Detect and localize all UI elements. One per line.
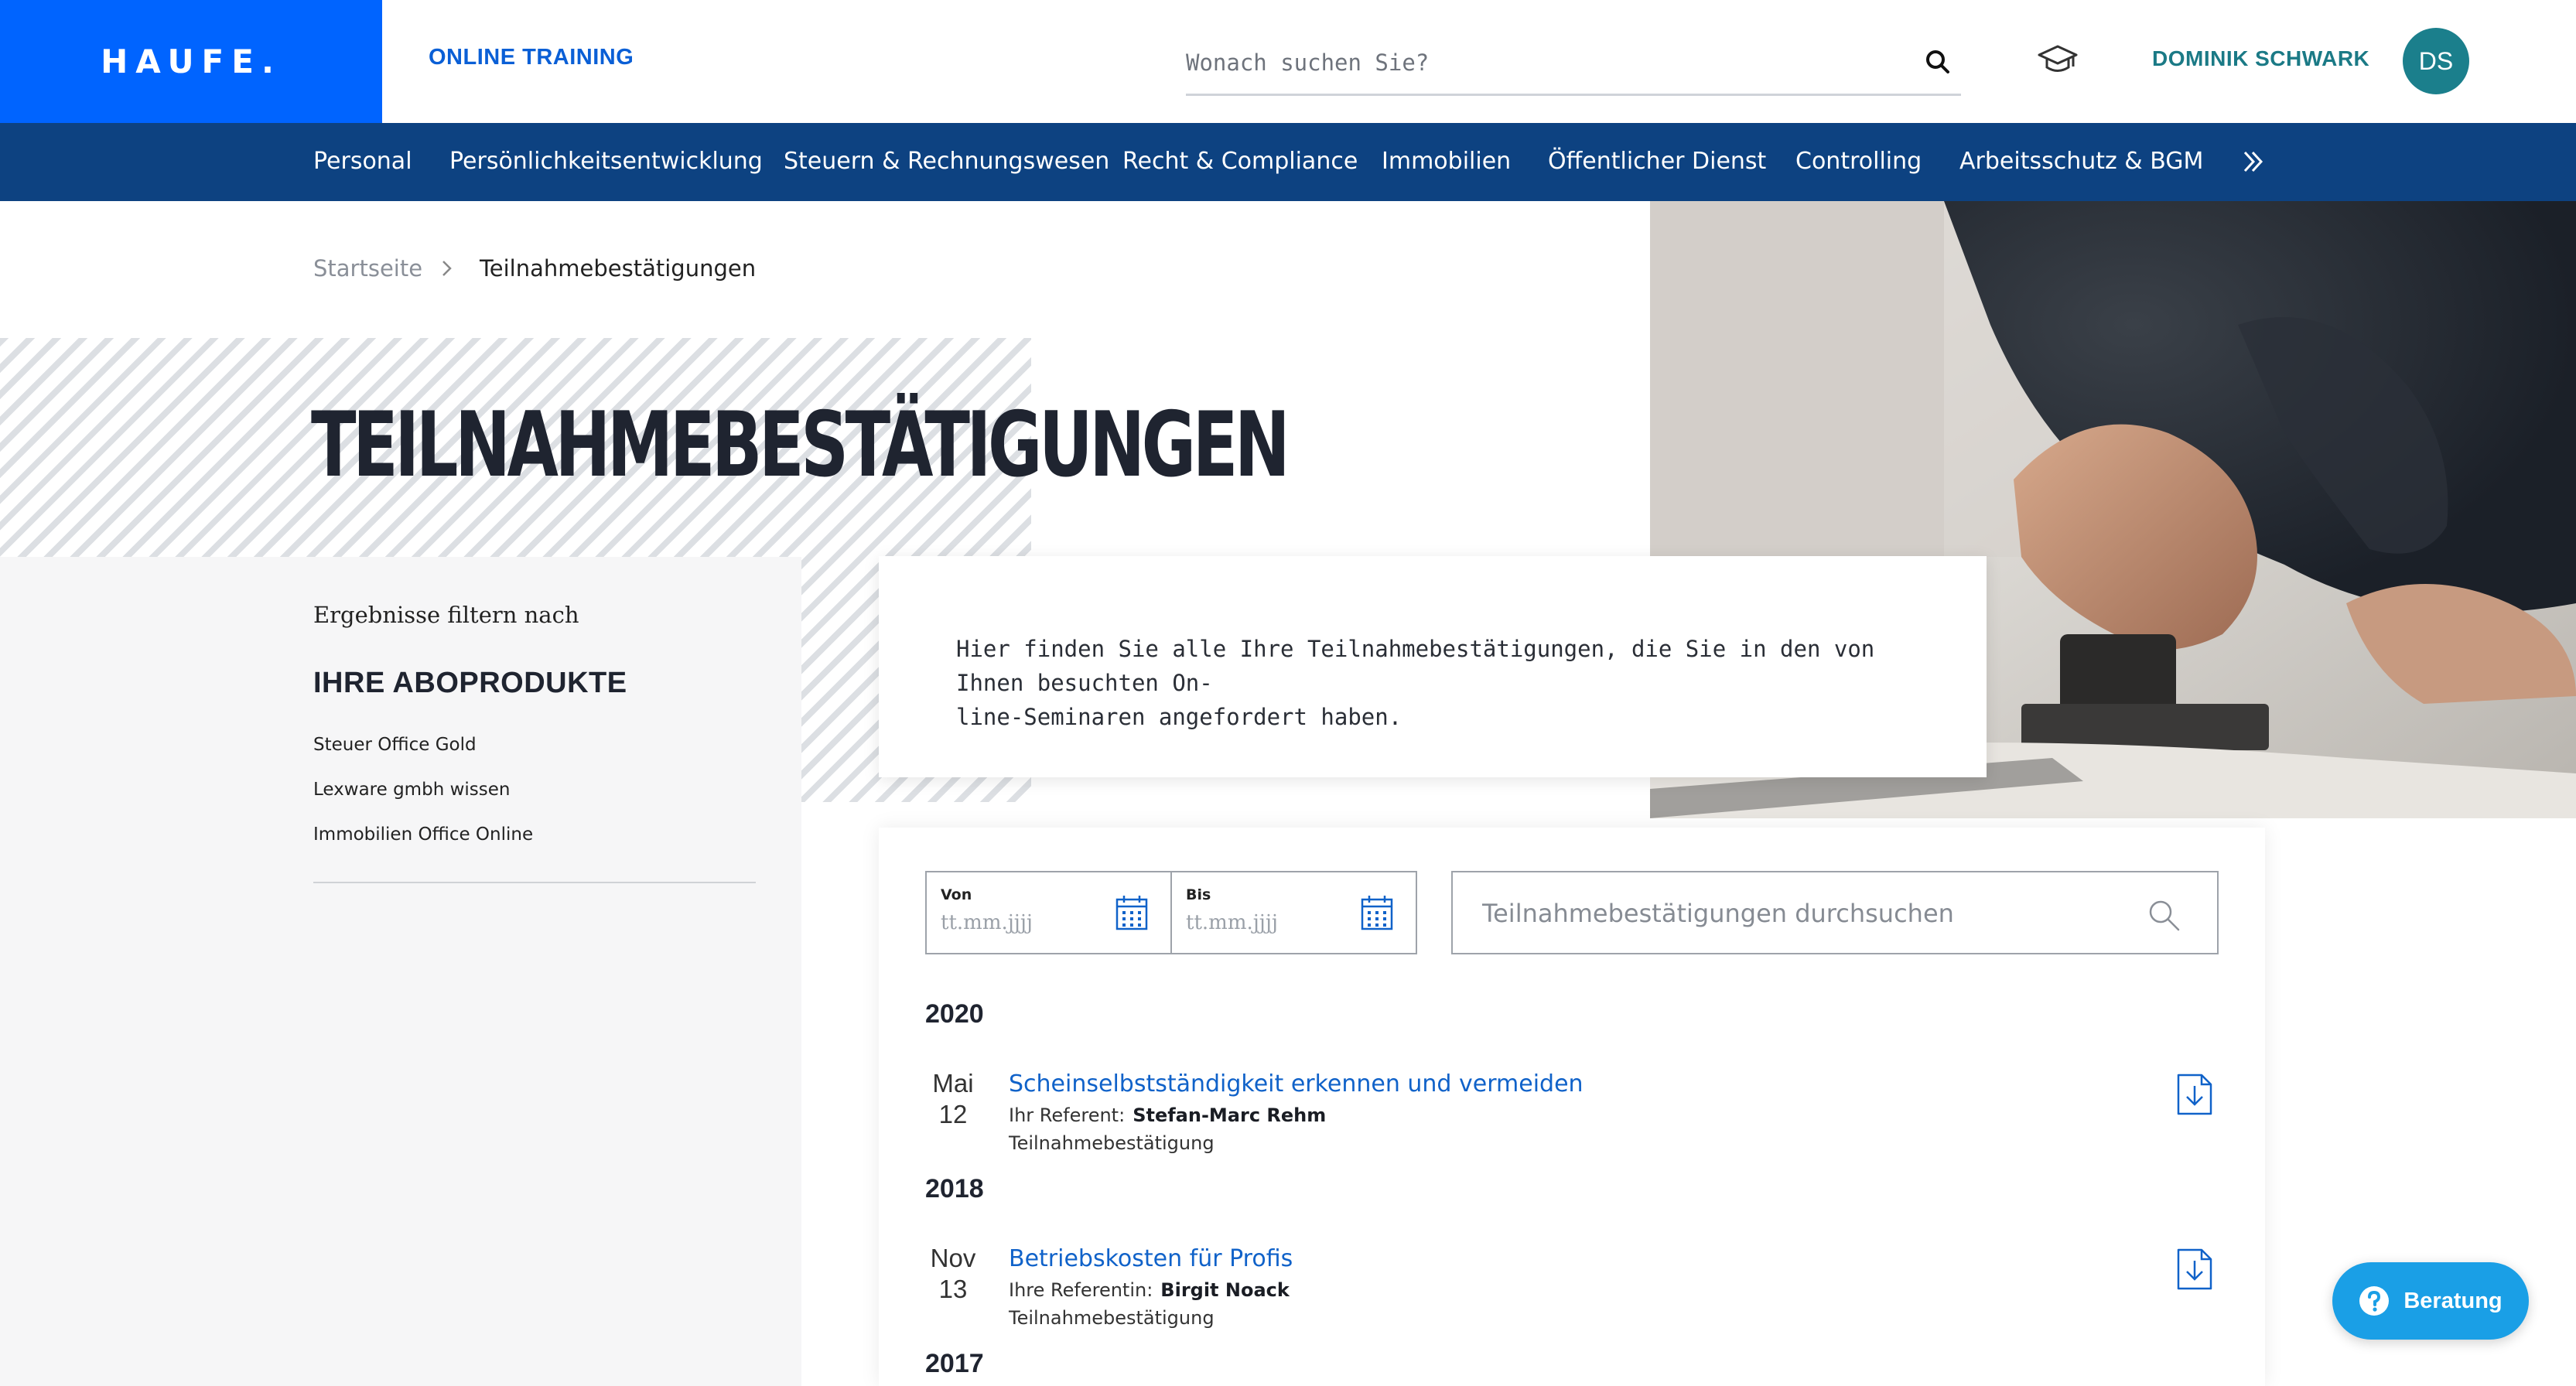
date-from-placeholder: tt.mm.jjjj <box>941 911 1033 934</box>
nav-item-arbeitsschutz[interactable]: Arbeitsschutz & BGM <box>1959 148 2203 175</box>
entry-title-link[interactable]: Betriebskosten für Profis <box>1009 1245 1293 1272</box>
global-search-input[interactable] <box>1186 43 1898 82</box>
search-icon[interactable] <box>1922 46 1953 77</box>
entry-month: Mai <box>932 1069 974 1098</box>
main-nav: Personal Persönlichkeitsentwicklung Steu… <box>0 123 2576 201</box>
date-to-field[interactable]: Bis tt.mm.jjjj <box>1170 871 1417 954</box>
haufe-logo[interactable]: HAUFE. <box>0 0 382 123</box>
top-header: HAUFE. ONLINE TRAINING DOMINIK SCHWARK D… <box>0 0 2576 123</box>
entry-title-link[interactable]: Scheinselbstständigkeit erkennen und ver… <box>1009 1070 1584 1098</box>
user-name[interactable]: DOMINIK SCHWARK <box>2152 46 2369 71</box>
date-to-placeholder: tt.mm.jjjj <box>1186 911 1278 934</box>
entry-type: Teilnahmebestätigung <box>1009 1307 1215 1329</box>
abo-item-lexware-gmbh-wissen[interactable]: Lexware gmbh wissen <box>313 780 510 800</box>
search-icon[interactable] <box>2146 897 2181 933</box>
nav-item-steuern[interactable]: Steuern & Rechnungswesen <box>784 148 1109 175</box>
user-avatar[interactable]: DS <box>2403 28 2469 94</box>
avatar-initials: DS <box>2418 46 2454 75</box>
entry-referent: Ihre Referentin: Birgit Noack <box>1009 1279 1290 1301</box>
referent-name: Birgit Noack <box>1160 1279 1290 1301</box>
date-from-field[interactable]: Von tt.mm.jjjj <box>925 871 1172 954</box>
nav-item-personal[interactable]: Personal <box>313 148 412 175</box>
question-icon <box>2359 1286 2390 1316</box>
certificate-search <box>1451 871 2219 954</box>
graduation-cap-icon[interactable] <box>2038 42 2078 77</box>
beratung-label: Beratung <box>2403 1288 2503 1313</box>
breadcrumb-home-link[interactable]: Startseite <box>313 255 422 282</box>
filter-heading: Ergebnisse filtern nach <box>313 602 579 628</box>
entry-day: 12 <box>938 1100 968 1128</box>
calendar-icon[interactable] <box>1115 894 1149 931</box>
year-heading-2017: 2017 <box>925 1349 984 1378</box>
download-document-icon[interactable] <box>2175 1247 2214 1292</box>
results-card: Von tt.mm.jjjj Bis tt.mm.jjjj Teilnahmeb… <box>879 828 2265 1386</box>
nav-item-recht[interactable]: Recht & Compliance <box>1122 148 1358 175</box>
referent-name: Stefan-Marc Rehm <box>1133 1104 1327 1126</box>
calendar-icon[interactable] <box>1360 894 1394 931</box>
global-search <box>1186 37 1961 96</box>
abo-item-immobilien-office-online[interactable]: Immobilien Office Online <box>313 824 533 845</box>
entry-type: Teilnahmebestätigung <box>1009 1132 1215 1154</box>
beratung-button[interactable]: Beratung <box>2332 1262 2529 1340</box>
entry-day: 13 <box>938 1275 968 1303</box>
nav-item-controlling[interactable]: Controlling <box>1795 148 1922 175</box>
page-title: TEILNAHMEBESTÄTIGUNGEN <box>311 393 1290 497</box>
info-card: Hier finden Sie alle Ihre Teilnahmebestä… <box>879 556 1987 777</box>
intro-line-1: Hier finden Sie alle Ihre Teilnahmebestä… <box>956 636 1875 696</box>
nav-item-immobilien[interactable]: Immobilien <box>1382 148 1511 175</box>
nav-item-oeffentlicher-dienst[interactable]: Öffentlicher Dienst <box>1548 148 1766 175</box>
download-document-icon[interactable] <box>2175 1072 2214 1117</box>
chevron-right-icon <box>442 261 452 276</box>
certificate-search-input[interactable] <box>1482 896 2147 931</box>
intro-text: Hier finden Sie alle Ihre Teilnahmebestä… <box>956 632 1923 734</box>
entry-month: Nov <box>930 1244 976 1272</box>
logo-text: HAUFE. <box>101 43 282 80</box>
sidebar-divider <box>313 882 756 883</box>
entry-referent: Ihr Referent: Stefan-Marc Rehm <box>1009 1104 1326 1126</box>
abo-item-steuer-office-gold[interactable]: Steuer Office Gold <box>313 735 477 755</box>
date-from-label: Von <box>941 886 972 903</box>
double-chevron-right-icon[interactable] <box>2240 146 2267 177</box>
product-label[interactable]: ONLINE TRAINING <box>429 45 634 70</box>
year-heading-2018: 2018 <box>925 1174 984 1203</box>
nav-item-persoenlichkeitsentwicklung[interactable]: Persönlichkeitsentwicklung <box>449 148 763 175</box>
referent-label: Ihre Referentin: <box>1009 1279 1153 1301</box>
breadcrumb-current: Teilnahmebestätigungen <box>480 255 757 282</box>
abo-products-heading: IHRE ABOPRODUKTE <box>313 667 627 699</box>
intro-line-2: line-Seminaren angefordert haben. <box>956 704 1402 730</box>
year-heading-2020: 2020 <box>925 999 984 1029</box>
referent-label: Ihr Referent: <box>1009 1104 1126 1126</box>
date-to-label: Bis <box>1186 886 1211 903</box>
